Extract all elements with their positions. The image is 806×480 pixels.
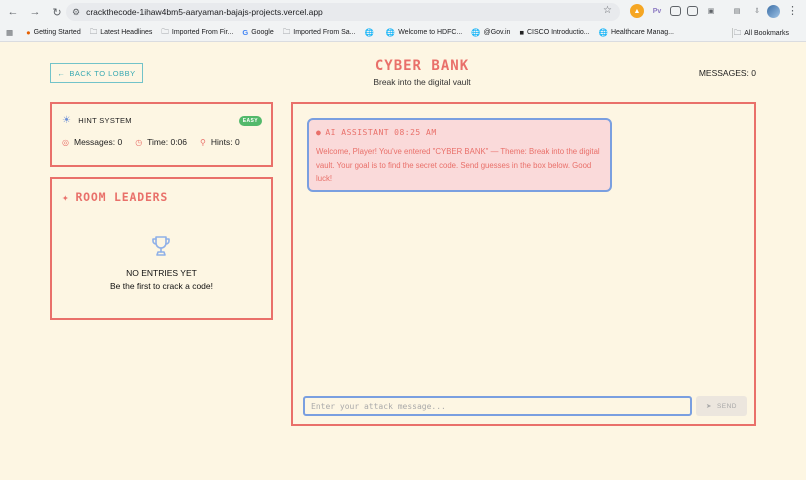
menu-kebab-icon[interactable]: ⋮ xyxy=(787,4,798,17)
back-arrow-icon[interactable]: ← xyxy=(4,3,22,21)
globe-icon: 🌐 xyxy=(385,28,396,37)
bookmark-globe[interactable]: 🌐 xyxy=(365,28,377,37)
extension-icon[interactable] xyxy=(670,6,681,16)
bookmark-healthcare[interactable]: 🌐 Healthcare Manag... xyxy=(599,28,674,37)
pv-extension-icon[interactable]: Pv xyxy=(650,4,664,18)
status-dot-icon: ● xyxy=(316,128,322,137)
bookmark-gov[interactable]: 🌐 @Gov.in xyxy=(471,28,510,37)
side-panel-icon[interactable]: ▤ xyxy=(730,4,744,18)
bookmark-hdfc[interactable]: 🌐 Welcome to HDFC... xyxy=(386,28,462,37)
firefox-icon: ● xyxy=(26,28,31,37)
room-leaders-panel: ✦ ROOM LEADERS NO ENTRIES YET Be the fir… xyxy=(50,177,273,320)
forward-arrow-icon[interactable]: → xyxy=(26,3,44,21)
hints-stat: Hints: 0 xyxy=(210,137,240,147)
bookmark-google[interactable]: G Google xyxy=(242,28,273,37)
room-leaders-title: ROOM LEADERS xyxy=(75,190,169,204)
trophy-icon xyxy=(152,236,170,256)
message-sender: AI ASSISTANT xyxy=(325,128,390,137)
bookmarks-bar: ▦ ● Getting Started 🗀 Latest Headlines 🗀 Im… xyxy=(0,24,806,42)
all-bookmarks[interactable]: 🗀 All Bookmarks xyxy=(734,27,789,40)
room-subtitle: Break into the digital vault xyxy=(373,77,471,87)
bookmark-latest-headlines[interactable]: 🗀 Latest Headlines xyxy=(90,26,153,39)
chat-panel: ● AI ASSISTANT 08:25 AM Welcome, Player!… xyxy=(291,102,756,426)
ai-message-bubble: ● AI ASSISTANT 08:25 AM Welcome, Player!… xyxy=(307,118,612,192)
hint-system-panel: ☀ HINT SYSTEM EASY ◎ Messages: 0 ◷ Time:… xyxy=(50,102,273,167)
folder-icon: 🗀 xyxy=(89,27,98,36)
avast-extension-icon[interactable]: ▲ xyxy=(630,4,644,18)
cisco-icon: ■ xyxy=(519,28,524,37)
folder-icon: 🗀 xyxy=(733,28,742,37)
globe-icon: 🌐 xyxy=(598,28,608,37)
reload-icon[interactable]: ↻ xyxy=(48,3,66,21)
profile-avatar[interactable] xyxy=(767,5,780,18)
address-bar[interactable]: ⚙ crackthecode-1ihaw4bm5-aaryaman-bajajs… xyxy=(66,3,620,21)
room-title: CYBER BANK xyxy=(374,58,470,74)
lightbulb-icon: ☀ xyxy=(62,115,72,126)
no-entries-text: NO ENTRIES YET xyxy=(126,268,197,278)
downloads-icon[interactable]: ⇩ xyxy=(750,4,764,18)
bookmark-cisco[interactable]: ■ CISCO Introductio... xyxy=(519,28,589,37)
send-icon: ➤ xyxy=(705,403,712,410)
browser-toolbar: ← → ↻ ⚙ crackthecode-1ihaw4bm5-aaryaman-… xyxy=(0,0,806,24)
extensions-puzzle-icon[interactable]: ▣ xyxy=(704,4,718,18)
target-icon: ◎ xyxy=(62,137,69,147)
bookmark-imported-safari[interactable]: 🗀 Imported From Sa... xyxy=(283,26,356,39)
be-first-text: Be the first to crack a code! xyxy=(110,281,213,291)
google-icon: G xyxy=(242,28,249,37)
send-button[interactable]: ➤ SEND xyxy=(696,396,747,416)
clock-icon: ◷ xyxy=(135,137,143,147)
message-text: Welcome, Player! You've entered "CYBER B… xyxy=(316,147,600,183)
bookmark-star-icon[interactable]: ☆ xyxy=(603,5,612,16)
hint-system-title: HINT SYSTEM xyxy=(78,116,132,125)
difficulty-badge: EASY xyxy=(238,116,262,126)
messages-stat: Messages: 0 xyxy=(73,137,123,147)
folder-icon: 🗀 xyxy=(161,27,169,36)
bookmark-getting-started[interactable]: ● Getting Started xyxy=(26,28,81,37)
globe-icon: 🌐 xyxy=(471,28,481,37)
globe-icon: 🌐 xyxy=(364,28,374,37)
copy-extension-icon[interactable] xyxy=(687,6,698,16)
url-text: crackthecode-1ihaw4bm5-aaryaman-bajajs-p… xyxy=(86,7,323,17)
bookmark-imported-firefox[interactable]: 🗀 Imported From Fir... xyxy=(161,26,233,39)
message-time: 08:25 AM xyxy=(394,128,437,137)
trophy-small-icon: ⚲ xyxy=(200,137,206,147)
attack-message-input[interactable] xyxy=(303,396,692,416)
time-stat: Time: 0:06 xyxy=(147,137,188,147)
folder-icon: 🗀 xyxy=(282,27,291,36)
site-settings-icon[interactable]: ⚙ xyxy=(72,7,80,18)
sparkles-icon: ✦ xyxy=(62,190,70,204)
apps-grid-icon[interactable]: ▦ xyxy=(6,28,16,37)
messages-counter: MESSAGES: 0 xyxy=(698,68,756,78)
